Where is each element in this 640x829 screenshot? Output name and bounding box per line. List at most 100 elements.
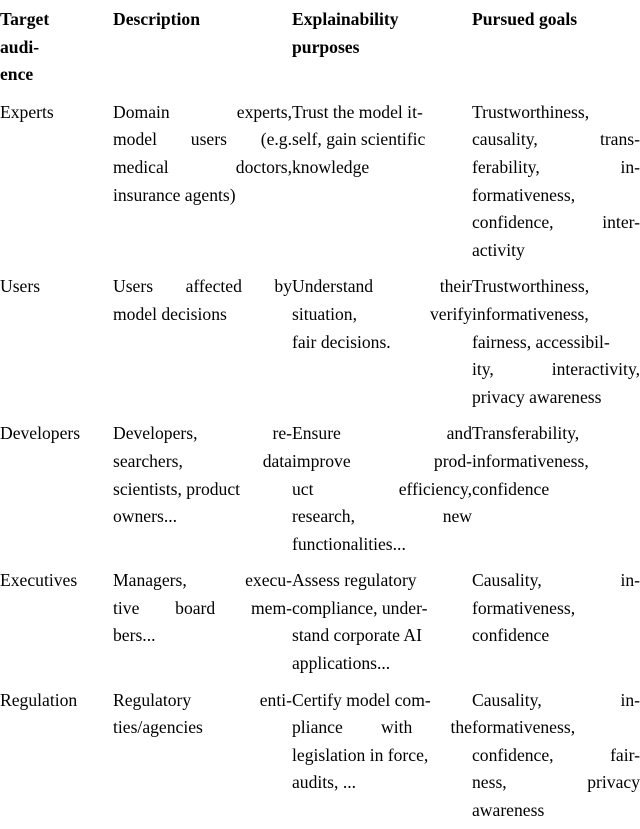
text-line: Certify model com- [292, 689, 431, 710]
word: efficiency, [398, 478, 472, 499]
cell-explainability_purposes-content: Understand their situation, verify fair deci… [292, 273, 472, 356]
text-line: ness, privacy [472, 769, 640, 797]
word: execu- [245, 570, 292, 591]
text-line: audi- [0, 36, 40, 57]
text-line: Domain experts, [113, 99, 292, 127]
target-audience-table: Target audi-ence Description Explainability… [0, 0, 640, 829]
word: board [175, 597, 216, 618]
text-line: informativeness, [472, 450, 589, 471]
cell-description: Managers, execu-tive board mem-bers... [113, 567, 292, 677]
word: verify [429, 303, 472, 324]
text-line: purposes [292, 36, 360, 57]
word: confidence, [472, 744, 554, 765]
word: privacy [587, 772, 640, 793]
table-row: Developers Developers, re-searchers, data sc… [0, 420, 640, 558]
word: causality, [472, 129, 538, 150]
cell-target_audience-content: Experts [0, 99, 113, 127]
word: ity, [472, 359, 494, 380]
table-row: Users Users affected by model decisions Under… [0, 273, 640, 411]
cell-target_audience-content: Executives [0, 567, 113, 595]
text-line: model users (e.g. [113, 126, 292, 154]
text-line: pliance with the [292, 714, 472, 742]
word: ferability, [472, 156, 540, 177]
text-line: Assess regulatory [292, 570, 417, 591]
column-header-description-content: Description [113, 6, 292, 34]
word: re- [272, 423, 292, 444]
text-line: Regulation [0, 689, 78, 710]
word: situation, [292, 303, 357, 324]
text-line: situation, verify [292, 301, 472, 329]
cell-description-content: Managers, execu-tive board mem-bers... [113, 567, 292, 650]
text-line: Causality, in- [472, 567, 640, 595]
text-line: fairness, accessibil- [472, 331, 610, 352]
cell-description: Domain experts, model users (e.g. medical doct… [113, 99, 292, 265]
word: fair- [610, 744, 640, 765]
text-line: insurance agents) [113, 184, 236, 205]
cell-pursued_goals-content: Causality, in-formativeness, confidence, fa… [472, 687, 640, 825]
text-line: Trustworthiness, [472, 276, 590, 297]
word: Causality, [472, 570, 542, 591]
text-line: ity, interactivity, [472, 356, 640, 384]
word: improve [292, 450, 351, 471]
cell-explainability_purposes-content: Trust the model it-self, gain scientific… [292, 99, 472, 182]
text-line: legislation in force, [292, 744, 429, 765]
cell-pursued_goals-content: Trustworthiness, causality, trans-ferabili… [472, 99, 640, 265]
word: Domain [113, 101, 170, 122]
word: Causality, [472, 689, 542, 710]
cell-pursued_goals: Trustworthiness, causality, trans-ferabili… [472, 99, 640, 265]
text-line: Ensure and [292, 420, 472, 448]
text-line: Users [0, 276, 41, 297]
text-line: Users affected by [113, 273, 292, 301]
text-line: improve prod- [292, 448, 472, 476]
word: new [442, 506, 472, 527]
cell-target_audience: Developers [0, 420, 113, 558]
text-line: Explainability [292, 9, 399, 29]
cell-target_audience-content: Regulation [0, 687, 113, 715]
text-line: causality, trans- [472, 126, 640, 154]
cell-target_audience: Experts [0, 99, 113, 265]
word: medical [113, 156, 169, 177]
word: Ensure [292, 423, 341, 444]
word: uct [292, 478, 314, 499]
row-spacer [0, 825, 640, 829]
word: doctors, [235, 156, 292, 177]
word: the [450, 717, 472, 738]
word: confidence, [472, 212, 554, 233]
word: inter- [602, 212, 640, 233]
cell-pursued_goals: Causality, in-formativeness, confidence [472, 567, 640, 677]
column-header-explainability_purposes: Explainability purposes [292, 6, 472, 89]
text-line: audits, ... [292, 772, 357, 793]
word: Regulatory [113, 689, 192, 710]
text-line: Transferability, [472, 423, 580, 444]
text-line: Description [113, 9, 200, 29]
word: Managers, [113, 570, 187, 591]
word: by [274, 276, 292, 297]
table-row: Regulation Regulatory enti-ties/agencies Ce… [0, 687, 640, 825]
cell-explainability_purposes: Trust the model it-self, gain scientific… [292, 99, 472, 265]
text-line: formativeness, [472, 184, 576, 205]
cell-target_audience: Users [0, 273, 113, 411]
text-line: functionalities... [292, 533, 406, 554]
text-line: confidence, fair- [472, 742, 640, 770]
cell-pursued_goals-content: Transferability, informativeness, confiden… [472, 420, 640, 503]
column-header-pursued_goals: Pursued goals [472, 6, 640, 89]
text-line: compliance, under- [292, 597, 428, 618]
column-header-target_audience-content: Target audi-ence [0, 6, 113, 89]
text-line: Causality, in- [472, 687, 640, 715]
word: Users [113, 276, 154, 297]
table-row: Experts Domain experts, model users (e.g. medi… [0, 99, 640, 265]
cell-explainability_purposes: Understand their situation, verify fair deci… [292, 273, 472, 411]
cell-explainability_purposes: Certify model com-pliance with the legislat… [292, 687, 472, 825]
cell-explainability_purposes-content: Certify model com-pliance with the legislat… [292, 687, 472, 797]
text-line: fair decisions. [292, 331, 391, 352]
text-line: ties/agencies [113, 717, 203, 738]
column-header-description: Description [113, 6, 292, 89]
word: and [446, 423, 472, 444]
table-body: Target audi-ence Description Explainability… [0, 0, 640, 829]
cell-explainability_purposes: Ensure and improve prod-uct efficiency, resea… [292, 420, 472, 558]
word: experts, [236, 101, 292, 122]
word: mem- [250, 597, 292, 618]
cell-pursued_goals-content: Trustworthiness, informativeness, fairness… [472, 273, 640, 411]
word: with [381, 717, 413, 738]
word: in- [620, 156, 640, 177]
